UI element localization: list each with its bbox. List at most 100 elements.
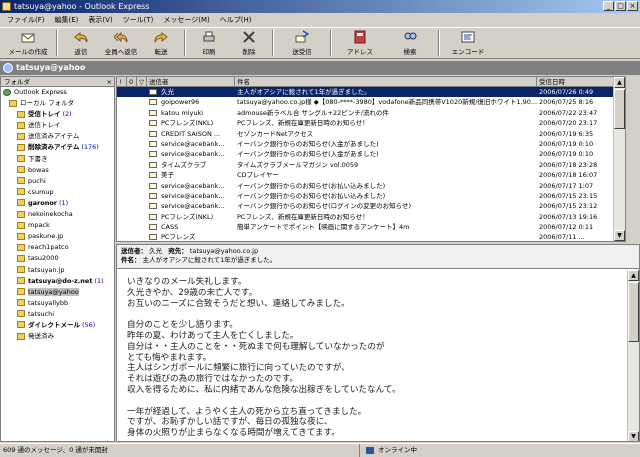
online-icon — [366, 447, 374, 454]
message-row[interactable]: service@acebank... イーバンク銀行からのお知らせ(入金があました… — [117, 149, 625, 159]
folder-item[interactable]: nekoinekocha — [1, 209, 114, 220]
menu-edit[interactable]: 編集(E) — [50, 13, 84, 27]
folder-pane-title: フォルダ — [4, 78, 30, 86]
folder-item[interactable]: paskune.jp — [1, 231, 114, 242]
scroll-thumb[interactable] — [628, 282, 639, 342]
menu-tools[interactable]: ツール(T) — [118, 13, 159, 27]
send-receive-icon — [295, 30, 309, 43]
message-row[interactable]: katou miyuki admouse新ラベル合 サングル+22ピンチ/流れの件… — [117, 108, 625, 118]
envelope-icon — [149, 130, 157, 137]
folder-unread-count: (176) — [81, 143, 99, 152]
folder-item[interactable]: mpack — [1, 220, 114, 231]
envelope-icon — [149, 151, 157, 158]
reply-all-button[interactable]: 全員へ返信 — [101, 28, 141, 58]
folder-item[interactable]: ローカル フォルダ — [1, 98, 114, 109]
envelope-icon — [149, 192, 157, 199]
message-from: katou miyuki — [161, 108, 204, 117]
folder-item[interactable]: 受信トレイ (2) — [1, 109, 114, 120]
message-subject: イーバンク銀行からのお知らせ(入金があました) — [237, 150, 379, 159]
folder-item[interactable]: bowas — [1, 165, 114, 176]
close-button[interactable]: × — [627, 1, 638, 11]
minimize-button[interactable]: _ — [603, 1, 614, 11]
col-attachment[interactable]: 0 — [127, 77, 137, 86]
col-from[interactable]: 送信者 — [147, 77, 235, 86]
folder-item[interactable]: reach1patco — [1, 242, 114, 253]
folder-item[interactable]: 送信済みアイテム — [1, 131, 114, 142]
message-list-scrollbar[interactable]: ▲ ▼ — [613, 77, 625, 241]
folder-item[interactable]: tatsuyan.jp — [1, 265, 114, 276]
message-date: 2006/07/26 0:49 — [539, 88, 594, 96]
scroll-up-arrow[interactable]: ▲ — [628, 270, 639, 281]
maximize-button[interactable]: □ — [615, 1, 626, 11]
folder-label: ローカル フォルダ — [20, 99, 75, 108]
compose-mail-button[interactable]: メールの作成 — [3, 28, 53, 58]
reply-button[interactable]: 返信 — [61, 28, 101, 58]
toolbar-separator — [272, 30, 274, 56]
send-receive-button[interactable]: 送受信 — [277, 28, 327, 58]
folder-item[interactable]: csumup — [1, 187, 114, 198]
print-button[interactable]: 印刷 — [189, 28, 229, 58]
folder-item[interactable]: tasu2000 — [1, 253, 114, 264]
menu-file[interactable]: ファイル(F) — [2, 13, 50, 27]
message-row[interactable]: service@acebank... イーバンク銀行からのお知らせ(お払い込みまし… — [117, 181, 625, 191]
message-row[interactable]: goipower96 tatsuya@yahoo.co.jp様 ◆【080-***… — [117, 97, 625, 107]
message-row[interactable]: service@acebank... イーバンク銀行からのお知らせ(お払い込みまし… — [117, 191, 625, 201]
col-subject[interactable]: 件名 — [235, 77, 537, 86]
preview-body-line: お互いのニーズに合致そうだと想い、連絡してみました。 — [127, 298, 350, 309]
message-subject: admouse新ラベル合 サングル+22ピンチ/流れの件 — [237, 108, 389, 117]
message-from: service@acebank... — [161, 191, 225, 200]
preview-scrollbar[interactable]: ▲ ▼ — [627, 270, 639, 441]
preview-body-line: それは遊びの為の旅行ではなかったのです。 — [127, 374, 299, 385]
folder-item[interactable]: 送信トレイ — [1, 120, 114, 131]
message-row[interactable]: PCフレンズ 2006/07/11 ... — [117, 232, 625, 241]
menu-view[interactable]: 表示(V) — [83, 13, 117, 27]
message-row[interactable]: タイムズクラブ タイムズクラブメールマガジン vol.0059 2006/07/18… — [117, 160, 625, 170]
message-row[interactable]: PCフレンズ(NKL) PCフレンズ、新規在庫更新日時のお知らせ！ 2006/07/… — [117, 118, 625, 128]
folder-unread-count: (56) — [82, 320, 96, 329]
folder-item[interactable]: ダイレクトメール (56) — [1, 320, 114, 331]
folder-item[interactable]: 下書き — [1, 154, 114, 165]
folder-item[interactable]: tatsuya@yahoo — [1, 287, 114, 298]
message-date: 2006/07/12 0:11 — [539, 223, 594, 232]
folder-item[interactable]: tatsuchi — [1, 309, 114, 320]
scroll-thumb[interactable] — [614, 89, 625, 129]
folder-item[interactable]: tatsuyallybb — [1, 298, 114, 309]
message-row[interactable]: service@acebank... イーバンク銀行からのお知らせ(入金があました… — [117, 139, 625, 149]
find-button[interactable]: 検索 — [385, 28, 435, 58]
folder-label: puchi — [28, 176, 46, 185]
folder-pane-close-button[interactable]: × — [107, 77, 112, 87]
message-row[interactable]: PCフレンズ(NKL) PCフレンズ、新規在庫更新日時のお知らせ！ 2006/07/… — [117, 212, 625, 222]
menu-message[interactable]: メッセージ(M) — [158, 13, 214, 27]
col-priority[interactable]: ! — [117, 77, 127, 86]
message-row[interactable]: CASS 簡単アンケートでポイント【映画に関するアンケート】4m 2006/07/1… — [117, 222, 625, 232]
message-row[interactable]: 美子 CDプレイヤー 2006/07/18 16:07 — [117, 170, 625, 180]
col-received[interactable]: 受信日時 — [537, 77, 617, 86]
forward-button[interactable]: 転送 — [141, 28, 181, 58]
scroll-down-arrow[interactable]: ▼ — [614, 230, 625, 241]
folder-icon — [17, 310, 25, 318]
col-flag[interactable]: ▽ — [137, 77, 147, 86]
encoding-button[interactable]: エンコード — [443, 28, 493, 58]
folder-item[interactable]: puchi — [1, 176, 114, 187]
folder-item[interactable]: garonor (1) — [1, 198, 114, 209]
menu-help[interactable]: ヘルプ(H) — [215, 13, 257, 27]
envelope-icon — [149, 109, 157, 116]
message-row[interactable]: CREDIT SAISON ... セゾンカードNetアクセス 2006/07/19… — [117, 129, 625, 139]
preview-subject: 主人がオアシアに殺されて1年が過ぎました。 — [142, 256, 277, 264]
preview-from: 久光 — [149, 247, 163, 255]
preview-body-line: 自分のことを少し語ります。 — [127, 320, 238, 331]
folder-item[interactable]: tatsuya@do-z.net (1) — [1, 276, 114, 287]
message-date: 2006/07/15 23:15 — [539, 191, 598, 200]
folder-item[interactable]: Outlook Express — [1, 87, 114, 98]
address-book-button[interactable]: アドレス — [335, 28, 385, 58]
folder-item[interactable]: 発送済み — [1, 331, 114, 342]
scroll-down-arrow[interactable]: ▼ — [628, 431, 639, 441]
folder-icon — [17, 277, 25, 285]
message-row[interactable]: service@acebank... イーバンク銀行からのお知らせ(ログインの変更… — [117, 201, 625, 211]
message-date: 2006/07/13 19:16 — [539, 212, 598, 221]
scroll-up-arrow[interactable]: ▲ — [614, 77, 625, 88]
delete-button[interactable]: 削除 — [229, 28, 269, 58]
message-row[interactable]: 久光 主人がオアシアに殺されて1年が過ぎました。 2006/07/26 0:49 — [117, 87, 625, 98]
status-bar: 609 通のメッセージ、0 通が未開封 オンライン中 — [0, 443, 640, 457]
folder-item[interactable]: 削除済みアイテム (176) — [1, 142, 114, 153]
